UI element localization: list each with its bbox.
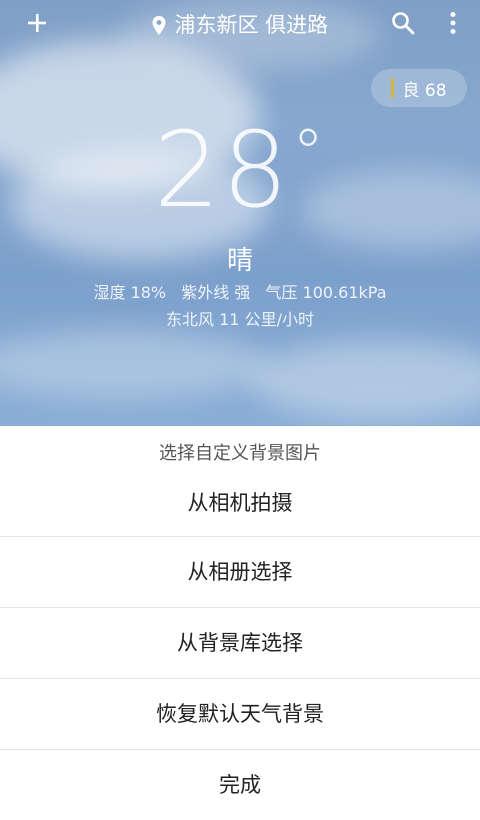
weather-condition: 晴 bbox=[226, 246, 253, 276]
search-button[interactable] bbox=[386, 6, 420, 40]
location-label: 浦东新区 俱进路 bbox=[174, 13, 329, 37]
top-bar: 浦东新区 俱进路 bbox=[0, 0, 480, 46]
uv-text: 紫外线 强 bbox=[181, 283, 251, 302]
current-temperature: 28° bbox=[0, 118, 480, 222]
restore-default-background-option[interactable]: 恢复默认天气背景 bbox=[0, 678, 480, 749]
weather-details: 湿度 18% 紫外线 强 气压 100.61kPa bbox=[0, 279, 480, 303]
aqi-label: 良 68 bbox=[402, 80, 447, 101]
done-button[interactable]: 完成 bbox=[0, 749, 480, 820]
air-quality-badge[interactable]: 良 68 bbox=[371, 69, 467, 107]
location-pin-icon bbox=[152, 16, 166, 35]
wind-text: 东北风 11 公里/小时 bbox=[166, 310, 314, 329]
more-options-button[interactable] bbox=[436, 6, 470, 40]
more-vertical-icon bbox=[450, 12, 456, 34]
aqi-indicator-bar bbox=[391, 78, 395, 98]
pressure-text: 气压 100.61kPa bbox=[265, 283, 387, 302]
sheet-title: 选择自定义背景图片 bbox=[159, 443, 321, 464]
search-icon bbox=[392, 12, 415, 35]
background-picker-sheet: 选择自定义背景图片 从相机拍摄 从相册选择 从背景库选择 恢复默认天气背景 完成 bbox=[0, 426, 480, 800]
choose-from-album-option[interactable]: 从相册选择 bbox=[0, 536, 480, 607]
take-photo-option[interactable]: 从相机拍摄 bbox=[0, 482, 480, 536]
weather-background: 浦东新区 俱进路 良 68 28° 晴 湿度 18% 紫外线 强 气压 100.… bbox=[0, 0, 480, 426]
cloud-decoration bbox=[250, 340, 480, 420]
choose-from-library-option[interactable]: 从背景库选择 bbox=[0, 607, 480, 678]
humidity-text: 湿度 18% bbox=[93, 283, 167, 302]
degree-symbol: ° bbox=[292, 117, 327, 191]
temperature-value: 28 bbox=[153, 109, 291, 231]
cloud-decoration bbox=[0, 330, 270, 400]
